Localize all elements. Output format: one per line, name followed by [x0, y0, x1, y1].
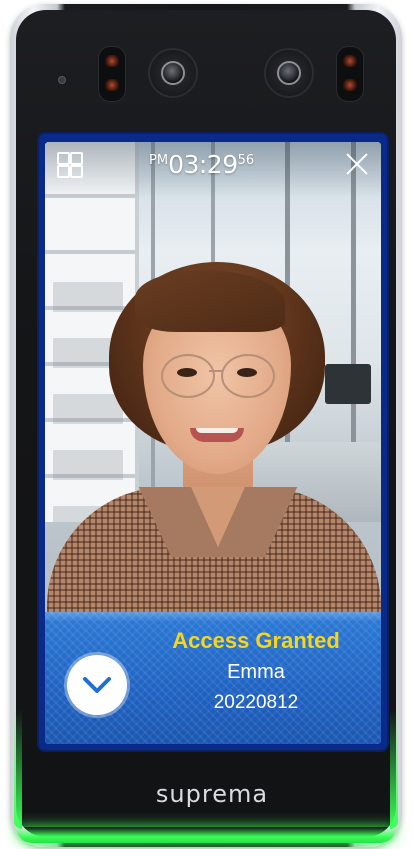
led-glow-left — [14, 709, 22, 829]
clock: PM03:2956 — [149, 150, 254, 180]
glasses-bridge — [209, 370, 223, 372]
brand-logo: suprema — [155, 780, 269, 808]
clock-time: 03:29 — [168, 150, 238, 179]
user-id: 20220812 — [213, 692, 299, 713]
monitor-background — [325, 364, 371, 404]
check-icon — [67, 655, 127, 715]
ir-sensor-right — [336, 46, 364, 102]
status-bar: PM03:2956 — [45, 142, 381, 198]
microphone-dot — [58, 76, 66, 84]
grid-menu-icon[interactable] — [57, 152, 83, 178]
access-status: Access Granted — [172, 628, 340, 653]
camera-right — [264, 48, 314, 98]
close-icon[interactable] — [345, 152, 369, 176]
glasses-lens-right — [221, 354, 275, 398]
clock-seconds: 56 — [237, 153, 255, 168]
ir-sensor-left — [98, 46, 126, 102]
clock-ampm: PM — [149, 153, 169, 168]
camera-left — [148, 48, 198, 98]
access-result-panel: Access Granted Emma 20220812 — [45, 612, 381, 744]
screen-frame: PM03:2956 Access Granted Emma 20220812 — [39, 134, 387, 750]
status-led-strip — [16, 827, 396, 843]
led-glow-right — [390, 709, 398, 829]
user-smile — [190, 428, 244, 442]
display-screen: PM03:2956 Access Granted Emma 20220812 — [45, 142, 381, 744]
user-name: Emma — [227, 661, 285, 683]
glasses-lens-left — [161, 354, 215, 398]
